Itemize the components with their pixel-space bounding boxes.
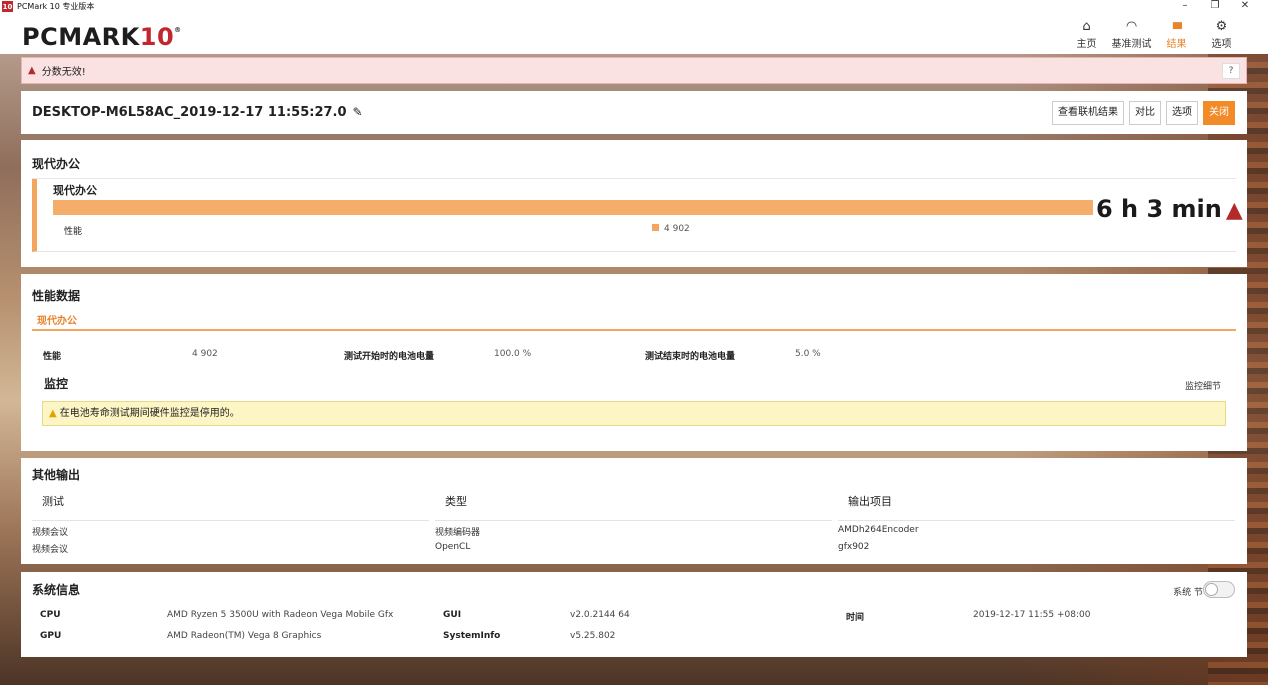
monitoring-warning: ▲ 在电池寿命测试期间硬件监控是停用的。 — [42, 401, 1226, 426]
nav-benchmarks-label: 基准测试 — [1111, 39, 1152, 50]
monitoring-title: 监控 — [44, 377, 69, 391]
score-section-title: 现代办公 — [32, 157, 81, 171]
battery-start-value: 100.0 % — [494, 349, 532, 359]
column-type: 类型 — [445, 495, 467, 508]
table-cell: 视频会议 — [32, 528, 69, 538]
column-test: 测试 — [42, 495, 64, 508]
warning-icon: ▲ — [1225, 198, 1243, 223]
battery-life-score: 6 h 3 min ▲ — [1096, 195, 1243, 223]
nav-options-label: 选项 — [1211, 39, 1232, 50]
time-value: 2019-12-17 11:55 +08:00 — [973, 610, 1091, 620]
compare-button[interactable]: 对比 — [1129, 101, 1161, 125]
nav-options[interactable]: ⚙ 选项 — [1199, 18, 1244, 50]
result-actions: 查看联机结果 对比 选项 关闭 — [1052, 101, 1235, 125]
systeminfo-label: SystemInfo — [443, 631, 501, 641]
gauge-icon: ◠ — [1125, 19, 1138, 34]
close-button[interactable]: 关闭 — [1203, 101, 1235, 125]
battery-life-value: 6 h 3 min — [1096, 195, 1222, 223]
minimize-button[interactable]: – — [1170, 0, 1200, 13]
bar-chart-icon: ▮▮▮ — [1172, 21, 1183, 31]
result-title: DESKTOP-M6L58AC_2019-12-17 11:55:27.0 ✎ — [32, 105, 363, 120]
nav-home-label: 主页 — [1076, 39, 1097, 50]
systeminfo-value: v5.25.802 — [570, 631, 616, 641]
tab-modern-office[interactable]: 现代办公 — [37, 312, 77, 327]
column-divider — [32, 520, 429, 521]
view-online-button[interactable]: 查看联机结果 — [1052, 101, 1124, 125]
home-icon: ⌂ — [1082, 19, 1091, 34]
maximize-button[interactable]: ❐ — [1200, 0, 1230, 13]
window-titlebar: 10 PCMark 10 专业版本 – ❐ ✕ — [0, 0, 1268, 13]
score-block: 现代办公 6 h 3 min ▲ 性能 4 902 — [32, 179, 1243, 252]
logo-text: PCMARK — [22, 23, 140, 51]
performance-data-card: 性能数据 现代办公 性能 4 902 测试开始时的电池电量 100.0 % 测试… — [21, 274, 1247, 451]
nav-results[interactable]: ▮▮▮ 结果 — [1154, 18, 1199, 50]
monitoring-details-link[interactable]: 监控细节 — [1185, 379, 1221, 392]
table-cell: gfx902 — [838, 542, 870, 552]
logo-number: 10 — [139, 23, 175, 51]
table-cell: OpenCL — [435, 542, 471, 552]
app-icon: 10 — [2, 1, 13, 12]
nav-benchmarks[interactable]: ◠ 基准测试 — [1109, 18, 1154, 50]
legend-swatch — [652, 224, 659, 231]
metric-label: 性能 — [64, 227, 83, 237]
other-output-card: 其他输出 测试 类型 输出项目 视频会议 视频编码器 AMDh264Encode… — [21, 458, 1247, 564]
tab-underline — [32, 329, 1236, 331]
window-title: PCMark 10 专业版本 — [17, 2, 95, 11]
alert-text: 分数无效! — [41, 67, 86, 78]
options-button[interactable]: 选项 — [1166, 101, 1198, 125]
system-details-toggle[interactable] — [1203, 581, 1235, 598]
column-output: 输出项目 — [848, 495, 892, 508]
time-label: 时间 — [846, 613, 865, 623]
gui-label: GUI — [443, 610, 462, 620]
other-section-title: 其他输出 — [32, 468, 81, 482]
gui-value: v2.0.2144 64 — [570, 610, 630, 620]
battery-start-label: 测试开始时的电池电量 — [344, 352, 435, 362]
system-toggle-label: 系统 节 — [1173, 588, 1203, 598]
nav-home[interactable]: ⌂ 主页 — [1064, 18, 1109, 50]
gpu-label: GPU — [40, 631, 62, 641]
logo-registered-mark: ® — [174, 26, 182, 34]
toggle-knob — [1205, 583, 1218, 596]
nav-results-label: 结果 — [1166, 39, 1187, 50]
metric-value: 4 902 — [664, 224, 690, 234]
result-name: DESKTOP-M6L58AC_2019-12-17 11:55:27.0 — [32, 105, 347, 120]
system-section-title: 系统信息 — [32, 583, 81, 597]
app-header: PCMARK10® ⌂ 主页 ◠ 基准测试 ▮▮▮ 结果 ⚙ 选项 — [0, 13, 1268, 54]
pcmark-logo: PCMARK10® — [22, 23, 182, 51]
cpu-value: AMD Ryzen 5 3500U with Radeon Vega Mobil… — [167, 610, 394, 620]
gpu-value: AMD Radeon(TM) Vega 8 Graphics — [167, 631, 322, 641]
pencil-icon[interactable]: ✎ — [353, 105, 363, 119]
score-bar — [53, 200, 1093, 215]
column-divider — [838, 520, 1235, 521]
score-subtitle: 现代办公 — [53, 184, 97, 197]
close-window-button[interactable]: ✕ — [1230, 0, 1260, 13]
perf-label: 性能 — [43, 352, 62, 362]
battery-end-value: 5.0 % — [795, 349, 821, 359]
table-cell: 视频编码器 — [435, 528, 481, 538]
monitoring-warning-text: 在电池寿命测试期间硬件监控是停用的。 — [59, 408, 240, 419]
perf-value: 4 902 — [192, 349, 218, 359]
gear-icon: ⚙ — [1215, 19, 1228, 34]
perf-section-title: 性能数据 — [32, 289, 81, 303]
warning-icon: ▲ — [28, 65, 36, 76]
score-card: 现代办公 现代办公 6 h 3 min ▲ 性能 4 902 — [21, 140, 1247, 267]
warning-icon: ▲ — [49, 408, 57, 419]
column-divider — [435, 520, 832, 521]
cpu-label: CPU — [40, 610, 61, 620]
main-nav: ⌂ 主页 ◠ 基准测试 ▮▮▮ 结果 ⚙ 选项 — [1064, 18, 1244, 50]
window-controls: – ❐ ✕ — [1170, 0, 1260, 13]
table-cell: AMDh264Encoder — [838, 525, 919, 535]
help-button[interactable]: ? — [1222, 63, 1240, 79]
battery-end-label: 测试结束时的电池电量 — [645, 352, 736, 362]
result-header: DESKTOP-M6L58AC_2019-12-17 11:55:27.0 ✎ 查… — [21, 91, 1247, 134]
system-info-card: 系统信息 系统 节 CPU AMD Ryzen 5 3500U with Rad… — [21, 572, 1247, 657]
invalid-score-alert: ▲ 分数无效! ? — [21, 57, 1247, 84]
table-cell: 视频会议 — [32, 545, 69, 555]
